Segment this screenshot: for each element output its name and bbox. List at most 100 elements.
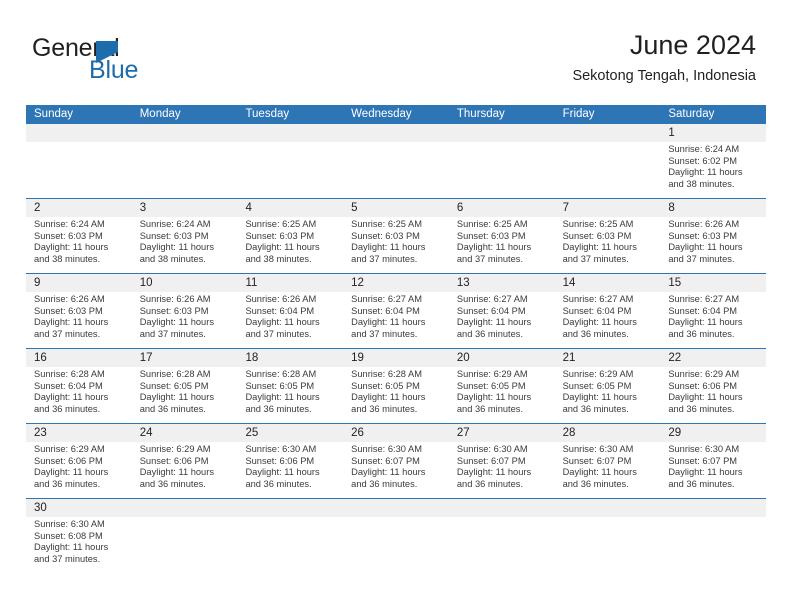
sun-info-sunrise: Sunrise: 6:29 AM (139, 444, 211, 454)
sun-info-daylight2: and 37 minutes. (34, 553, 101, 564)
sun-info-sunset: Sunset: 6:03 PM (668, 230, 738, 241)
sun-info: Sunrise: 6:28 AM Sunset: 6:05 PM Daylight:… (343, 367, 449, 415)
calendar-day-cell-empty (343, 499, 449, 575)
calendar-day-cell[interactable]: 16 Sunrise: 6:28 AM Sunset: 6:04 PM Dayligh… (26, 349, 132, 423)
sun-info-sunrise: Sunrise: 6:30 AM (245, 444, 317, 454)
day-number (237, 124, 343, 142)
sun-info-daylight1: Daylight: 11 hours (351, 392, 426, 403)
day-number (132, 499, 238, 517)
sun-info-sunset: Sunset: 6:03 PM (456, 230, 526, 241)
sun-info-sunset: Sunset: 6:04 PM (351, 305, 420, 316)
sun-info-daylight2: and 38 minutes. (139, 253, 206, 264)
sun-info: Sunrise: 6:27 AM Sunset: 6:04 PM Daylight:… (449, 292, 555, 340)
calendar-day-cell[interactable]: 10 Sunrise: 6:26 AM Sunset: 6:03 PM Dayligh… (132, 274, 238, 348)
calendar-day-cell[interactable]: 17 Sunrise: 6:28 AM Sunset: 6:05 PM Dayligh… (132, 349, 238, 423)
sun-info-daylight2: and 37 minutes. (351, 253, 418, 264)
sun-info: Sunrise: 6:29 AM Sunset: 6:05 PM Daylight:… (555, 367, 661, 415)
sun-info-sunrise: Sunrise: 6:28 AM (139, 369, 211, 379)
sun-info-daylight2: and 37 minutes. (139, 328, 206, 339)
calendar-day-cell[interactable]: 22 Sunrise: 6:29 AM Sunset: 6:06 PM Dayligh… (660, 349, 766, 423)
calendar-day-cell[interactable]: 5 Sunrise: 6:25 AM Sunset: 6:03 PM Daylight… (343, 199, 449, 273)
calendar-day-cell[interactable]: 27 Sunrise: 6:30 AM Sunset: 6:07 PM Dayligh… (449, 424, 555, 498)
calendar-week-row: 23 Sunrise: 6:29 AM Sunset: 6:06 PM Dayligh… (26, 424, 766, 499)
sun-info: Sunrise: 6:30 AM Sunset: 6:06 PM Daylight:… (237, 442, 343, 490)
calendar-day-cell[interactable]: 13 Sunrise: 6:27 AM Sunset: 6:04 PM Dayligh… (449, 274, 555, 348)
sun-info: Sunrise: 6:25 AM Sunset: 6:03 PM Daylight:… (555, 217, 661, 265)
sun-info-daylight1: Daylight: 11 hours (668, 392, 743, 403)
sun-info-sunset: Sunset: 6:07 PM (668, 455, 738, 466)
calendar-day-cell[interactable]: 30 Sunrise: 6:30 AM Sunset: 6:08 PM Dayligh… (26, 499, 132, 575)
calendar-day-cell[interactable]: 4 Sunrise: 6:25 AM Sunset: 6:03 PM Daylight… (237, 199, 343, 273)
sun-info-daylight1: Daylight: 11 hours (139, 392, 214, 403)
sun-info-daylight1: Daylight: 11 hours (668, 242, 743, 253)
calendar-day-cell[interactable]: 25 Sunrise: 6:30 AM Sunset: 6:06 PM Dayligh… (237, 424, 343, 498)
day-number: 15 (668, 277, 682, 289)
calendar-day-cell[interactable]: 29 Sunrise: 6:30 AM Sunset: 6:07 PM Dayligh… (660, 424, 766, 498)
sun-info-sunset: Sunset: 6:03 PM (562, 230, 632, 241)
day-number: 1 (668, 127, 675, 139)
calendar-day-cell[interactable]: 18 Sunrise: 6:28 AM Sunset: 6:05 PM Dayligh… (237, 349, 343, 423)
calendar-day-cell[interactable]: 6 Sunrise: 6:25 AM Sunset: 6:03 PM Daylight… (449, 199, 555, 273)
sun-info-sunset: Sunset: 6:06 PM (139, 455, 209, 466)
calendar-day-cell[interactable]: 28 Sunrise: 6:30 AM Sunset: 6:07 PM Dayligh… (555, 424, 661, 498)
sun-info-daylight2: and 37 minutes. (351, 328, 418, 339)
sun-info-daylight2: and 36 minutes. (562, 403, 629, 414)
calendar-page: General Blue June 2024 Sekotong Tengah, … (0, 0, 792, 612)
calendar-day-cell[interactable]: 26 Sunrise: 6:30 AM Sunset: 6:07 PM Dayligh… (343, 424, 449, 498)
sun-info-sunrise: Sunrise: 6:27 AM (668, 294, 740, 304)
sun-info-daylight1: Daylight: 11 hours (351, 467, 426, 478)
sun-info: Sunrise: 6:30 AM Sunset: 6:07 PM Daylight:… (343, 442, 449, 490)
day-number: 20 (456, 352, 470, 364)
sun-info-daylight1: Daylight: 11 hours (456, 242, 532, 253)
calendar-day-cell[interactable]: 15 Sunrise: 6:27 AM Sunset: 6:04 PM Dayligh… (660, 274, 766, 348)
calendar-day-cell[interactable]: 14 Sunrise: 6:27 AM Sunset: 6:04 PM Dayligh… (555, 274, 661, 348)
day-number (132, 124, 238, 142)
day-number (449, 499, 555, 517)
calendar-day-cell[interactable]: 21 Sunrise: 6:29 AM Sunset: 6:05 PM Dayligh… (555, 349, 661, 423)
general-blue-logo[interactable]: General Blue (32, 36, 192, 92)
sun-info-sunset: Sunset: 6:07 PM (562, 455, 632, 466)
sun-info-daylight2: and 38 minutes. (34, 253, 101, 264)
day-number: 22 (668, 352, 682, 364)
sun-info-daylight2: and 36 minutes. (139, 478, 206, 489)
sun-info-sunrise: Sunrise: 6:29 AM (668, 369, 740, 379)
day-number (555, 499, 661, 517)
calendar-day-cell[interactable]: 23 Sunrise: 6:29 AM Sunset: 6:06 PM Dayligh… (26, 424, 132, 498)
sun-info-sunset: Sunset: 6:03 PM (245, 230, 315, 241)
sun-info: Sunrise: 6:30 AM Sunset: 6:08 PM Daylight:… (26, 517, 132, 565)
sun-info-daylight2: and 37 minutes. (668, 253, 735, 264)
sun-info-sunset: Sunset: 6:03 PM (139, 305, 209, 316)
day-number: 6 (456, 202, 464, 214)
sun-info-sunset: Sunset: 6:03 PM (139, 230, 209, 241)
sun-info-daylight2: and 36 minutes. (668, 478, 735, 489)
calendar-week-row: 1 Sunrise: 6:24 AM Sunset: 6:02 PM Daylight… (26, 124, 766, 199)
sun-info-daylight1: Daylight: 11 hours (351, 317, 426, 328)
calendar-day-cell[interactable]: 19 Sunrise: 6:28 AM Sunset: 6:05 PM Dayligh… (343, 349, 449, 423)
sun-info-sunrise: Sunrise: 6:26 AM (34, 294, 105, 304)
calendar-day-cell[interactable]: 12 Sunrise: 6:27 AM Sunset: 6:04 PM Dayligh… (343, 274, 449, 348)
sun-info-sunset: Sunset: 6:03 PM (351, 230, 420, 241)
day-number: 25 (245, 427, 259, 439)
calendar-day-cell[interactable]: 8 Sunrise: 6:26 AM Sunset: 6:03 PM Daylight… (660, 199, 766, 273)
sun-info-sunset: Sunset: 6:06 PM (245, 455, 315, 466)
sun-info-daylight2: and 36 minutes. (456, 328, 524, 339)
sun-info-daylight1: Daylight: 11 hours (34, 317, 109, 328)
sun-info-daylight2: and 36 minutes. (245, 478, 312, 489)
sun-info: Sunrise: 6:26 AM Sunset: 6:03 PM Daylight:… (660, 217, 766, 265)
calendar-day-cell-empty (449, 124, 555, 198)
sun-info: Sunrise: 6:30 AM Sunset: 6:07 PM Daylight:… (660, 442, 766, 490)
sun-info-daylight1: Daylight: 11 hours (562, 392, 637, 403)
calendar-day-cell[interactable]: 24 Sunrise: 6:29 AM Sunset: 6:06 PM Dayligh… (132, 424, 238, 498)
calendar-day-cell[interactable]: 2 Sunrise: 6:24 AM Sunset: 6:03 PM Daylight… (26, 199, 132, 273)
sun-info-daylight1: Daylight: 11 hours (351, 242, 426, 253)
calendar-day-cell[interactable]: 1 Sunrise: 6:24 AM Sunset: 6:02 PM Daylight… (660, 124, 766, 198)
calendar-day-cell[interactable]: 20 Sunrise: 6:29 AM Sunset: 6:05 PM Dayligh… (449, 349, 555, 423)
calendar-day-cell[interactable]: 9 Sunrise: 6:26 AM Sunset: 6:03 PM Daylight… (26, 274, 132, 348)
calendar-day-cell-empty (555, 124, 661, 198)
calendar-day-cell[interactable]: 11 Sunrise: 6:26 AM Sunset: 6:04 PM Dayligh… (237, 274, 343, 348)
sun-info-sunset: Sunset: 6:02 PM (668, 155, 738, 166)
day-number: 30 (34, 502, 47, 514)
calendar-day-cell[interactable]: 7 Sunrise: 6:25 AM Sunset: 6:03 PM Daylight… (555, 199, 661, 273)
calendar-day-cell-empty (449, 499, 555, 575)
calendar-day-cell[interactable]: 3 Sunrise: 6:24 AM Sunset: 6:03 PM Daylight… (132, 199, 238, 273)
